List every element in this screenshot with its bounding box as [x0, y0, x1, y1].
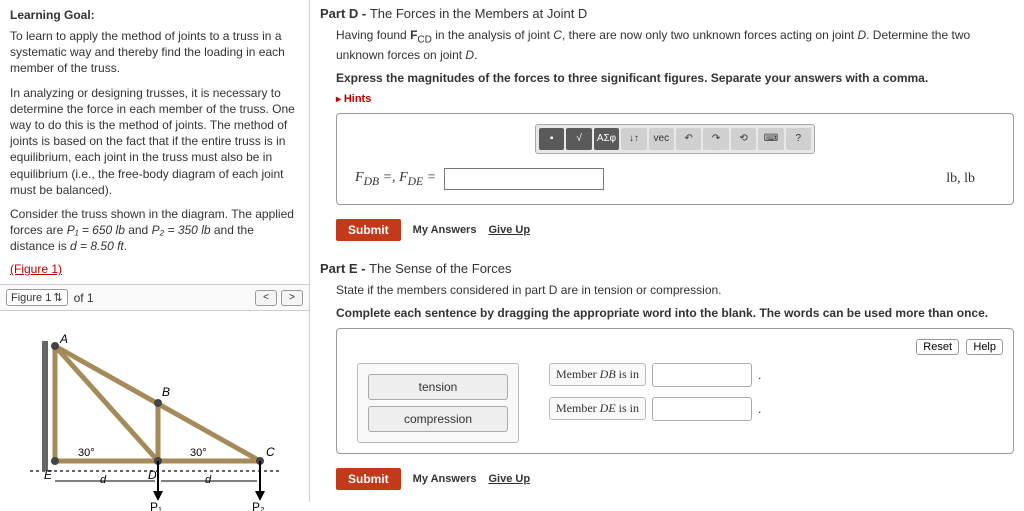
- give-up-link-e[interactable]: Give Up: [488, 473, 530, 485]
- right-panel: Part D - The Forces in the Members at Jo…: [310, 0, 1024, 502]
- part-d-instruction: Express the magnitudes of the forces to …: [320, 70, 1014, 87]
- consider-text: Consider the truss shown in the diagram.…: [10, 206, 299, 255]
- word-bank: tension compression: [357, 363, 519, 443]
- sentence-1: Member DB is in .: [549, 363, 761, 387]
- reset-icon[interactable]: ⟲: [731, 128, 756, 150]
- reset-button[interactable]: Reset: [916, 339, 959, 355]
- part-e-title: Part E - The Sense of the Forces: [320, 261, 1014, 276]
- my-answers-link-e[interactable]: My Answers: [413, 473, 477, 485]
- sentence-2: Member DE is in .: [549, 397, 761, 421]
- drag-body: tension compression Member DB is in . Me…: [347, 363, 1003, 443]
- drag-head: Reset Help: [347, 339, 1003, 355]
- answer-input-d[interactable]: [444, 168, 604, 190]
- diagram-d-2: d: [205, 474, 212, 486]
- diagram-angle-1: 30°: [78, 447, 95, 459]
- drop-slot-1[interactable]: [652, 363, 752, 387]
- submit-button-d[interactable]: Submit: [336, 219, 401, 241]
- word-compression[interactable]: compression: [368, 406, 508, 432]
- part-e-instruction: Complete each sentence by dragging the a…: [320, 305, 1014, 322]
- hints-toggle-d[interactable]: Hints: [320, 93, 1014, 105]
- answer-unit: lb, lb: [946, 171, 995, 187]
- answer-box-d: ▪ √ ΑΣφ ↓↑ vec ↶ ↷ ⟲ ⌨ ? FDB =, FDE = lb…: [336, 113, 1014, 205]
- diagram-label-D: D: [148, 468, 157, 482]
- word-tension[interactable]: tension: [368, 374, 508, 400]
- diagram-P1: P₁: [150, 500, 162, 511]
- help-button[interactable]: Help: [966, 339, 1003, 355]
- greek-button[interactable]: ΑΣφ: [594, 128, 619, 150]
- figure-link[interactable]: (Figure 1): [10, 262, 62, 276]
- part-d-desc: Having found FCD in the analysis of join…: [320, 27, 1014, 64]
- left-panel: Learning Goal: To learn to apply the met…: [0, 0, 310, 502]
- drop-slot-2[interactable]: [652, 397, 752, 421]
- answer-label: FDB =, FDE =: [355, 170, 436, 188]
- prev-figure-button[interactable]: <: [255, 290, 277, 306]
- diagram-label-E: E: [44, 468, 53, 482]
- drag-area: Reset Help tension compression Member DB…: [336, 328, 1014, 454]
- figure-selector[interactable]: Figure 1 ⇅: [6, 289, 68, 306]
- chevron-updown-icon: ⇅: [53, 291, 62, 304]
- help-icon[interactable]: ?: [786, 128, 811, 150]
- keyboard-icon[interactable]: ⌨: [758, 128, 783, 150]
- part-e-desc: State if the members considered in part …: [320, 282, 1014, 299]
- give-up-link-d[interactable]: Give Up: [488, 224, 530, 236]
- truss-diagram: A B C D E 30° 30° d d P₁ P₂: [30, 331, 280, 511]
- learning-goal-section: Learning Goal: To learn to apply the met…: [0, 0, 309, 285]
- root-icon[interactable]: √: [566, 128, 591, 150]
- analysis-text: In analyzing or designing trusses, it is…: [10, 85, 299, 198]
- sentence-2-prefix: Member DE is in: [549, 397, 646, 420]
- figure-bar: Figure 1 ⇅ of 1 < >: [0, 285, 309, 311]
- submit-button-e[interactable]: Submit: [336, 468, 401, 490]
- figure-canvas: A B C D E 30° 30° d d P₁ P₂: [0, 311, 309, 502]
- answer-input-row: FDB =, FDE = lb, lb: [347, 164, 1003, 194]
- my-answers-link-d[interactable]: My Answers: [413, 224, 477, 236]
- undo-icon[interactable]: ↶: [676, 128, 701, 150]
- button-row-d: Submit My Answers Give Up: [320, 211, 1014, 241]
- equation-toolbar: ▪ √ ΑΣφ ↓↑ vec ↶ ↷ ⟲ ⌨ ?: [535, 124, 815, 154]
- diagram-label-C: C: [266, 445, 275, 459]
- sentences: Member DB is in . Member DE is in .: [549, 363, 761, 431]
- next-figure-button[interactable]: >: [281, 290, 303, 306]
- redo-icon[interactable]: ↷: [703, 128, 728, 150]
- vec-button[interactable]: vec: [649, 128, 674, 150]
- diagram-d-1: d: [100, 474, 107, 486]
- learning-goal-text: To learn to apply the method of joints t…: [10, 28, 299, 77]
- button-row-e: Submit My Answers Give Up: [320, 460, 1014, 490]
- figure-nav: < >: [255, 290, 303, 306]
- sentence-1-prefix: Member DB is in: [549, 363, 646, 386]
- learning-goal-title: Learning Goal:: [10, 8, 299, 22]
- diagram-label-B: B: [162, 385, 170, 399]
- figure-of-label: of 1: [74, 291, 94, 305]
- diagram-label-A: A: [59, 332, 68, 346]
- updown-icon[interactable]: ↓↑: [621, 128, 646, 150]
- diagram-angle-2: 30°: [190, 447, 207, 459]
- template-icon[interactable]: ▪: [539, 128, 564, 150]
- diagram-P2: P₂: [252, 500, 265, 511]
- part-d-title: Part D - The Forces in the Members at Jo…: [320, 6, 1014, 21]
